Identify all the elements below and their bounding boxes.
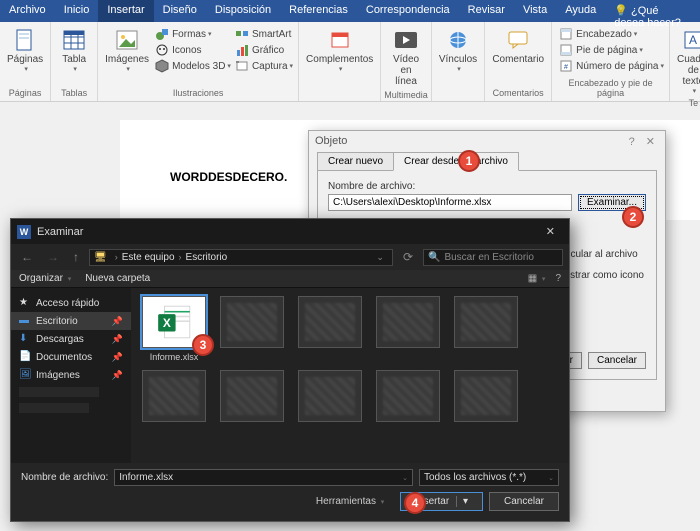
search-icon: 🔍 — [428, 252, 440, 263]
callout-2: 2 — [622, 206, 644, 228]
menu-tab-inicio[interactable]: Inicio — [55, 0, 99, 22]
menu-tab-referencias[interactable]: Referencias — [280, 0, 357, 22]
breadcrumb[interactable]: 🖥 › Este equipo › Escritorio ⌄ — [89, 249, 393, 266]
file-item[interactable] — [139, 370, 209, 426]
captura-button[interactable]: Captura▾ — [233, 58, 295, 74]
file-list: X Informe.xlsx — [131, 288, 569, 463]
fb-close-button[interactable]: ✕ — [538, 223, 563, 240]
tools-button[interactable]: Herramientas ▾ — [316, 496, 384, 507]
callout-3: 3 — [192, 334, 214, 356]
tabla-button[interactable]: Tabla▾ — [54, 24, 94, 87]
tab-create-new[interactable]: Crear nuevo — [317, 152, 394, 171]
file-browser-dialog: W Examinar ✕ ← → ↑ 🖥 › Este equipo › Esc… — [10, 218, 570, 522]
svg-text:A: A — [689, 33, 697, 47]
pc-icon: 🖥 — [94, 252, 107, 263]
menu-tab-revisar[interactable]: Revisar — [459, 0, 514, 22]
sidebar-item[interactable] — [11, 400, 131, 416]
dialog-title: Objeto — [315, 135, 347, 148]
word-icon: W — [17, 225, 31, 239]
help-icon[interactable]: ? — [555, 273, 561, 284]
help-button[interactable]: ? — [625, 136, 639, 148]
file-item[interactable] — [451, 370, 521, 426]
menu-tab-ayuda[interactable]: Ayuda — [556, 0, 605, 22]
up-button[interactable]: ↑ — [69, 248, 83, 266]
callout-1: 1 — [458, 150, 480, 172]
file-item[interactable] — [217, 370, 287, 426]
refresh-button[interactable]: ⟳ — [399, 248, 417, 266]
grafico-button[interactable]: Gráfico — [233, 42, 295, 58]
sidebar-item[interactable] — [11, 384, 131, 400]
paginas-button[interactable]: Páginas▾ — [3, 24, 47, 87]
callout-4: 4 — [404, 492, 426, 514]
star-icon: ★ — [19, 297, 31, 309]
file-item[interactable] — [373, 296, 443, 362]
ribbon: Páginas▾ Páginas Tabla▾ Tablas Imágenes▾… — [0, 22, 700, 102]
image-icon: 🖼 — [19, 369, 31, 381]
pin-icon: 📌 — [112, 316, 123, 327]
encabezado-button[interactable]: Encabezado▾ — [557, 26, 666, 42]
svg-text:#: # — [564, 64, 568, 71]
new-folder-button[interactable]: Nueva carpeta — [85, 273, 150, 284]
menu-tab-vista[interactable]: Vista — [514, 0, 556, 22]
fb-filename-input[interactable]: Informe.xlsx⌄ — [114, 469, 413, 486]
filename-input[interactable] — [328, 194, 572, 211]
menu-tab-insertar[interactable]: Insertar — [98, 0, 153, 22]
sidebar-desktop[interactable]: ▬Escritorio📌 — [11, 312, 131, 330]
video-button[interactable]: Vídeo en línea — [384, 24, 428, 89]
pie-button[interactable]: Pie de página▾ — [557, 42, 666, 58]
tell-me-search[interactable]: 💡 ¿Qué desea hacer? — [605, 0, 700, 22]
fb-filename-label: Nombre de archivo: — [21, 472, 108, 483]
menu-tabs: ArchivoInicioInsertarDiseñoDisposiciónRe… — [0, 0, 700, 22]
pin-icon: 📌 — [112, 334, 123, 345]
organize-button[interactable]: Organizar ▾ — [19, 273, 71, 284]
view-button[interactable]: ▦ ▾ — [528, 273, 546, 284]
download-icon: ⬇ — [19, 333, 31, 345]
fb-title: Examinar — [37, 226, 538, 238]
svg-text:X: X — [163, 316, 171, 330]
file-item[interactable] — [295, 370, 365, 426]
menu-tab-diseño[interactable]: Diseño — [154, 0, 206, 22]
sidebar-documents[interactable]: 📄Documentos📌 — [11, 348, 131, 366]
forward-button[interactable]: → — [43, 248, 63, 266]
menu-tab-correspondencia[interactable]: Correspondencia — [357, 0, 459, 22]
close-button[interactable]: ✕ — [642, 136, 659, 148]
tab-from-file[interactable]: Crear desde un archivo — [393, 152, 519, 171]
desktop-icon: ▬ — [19, 315, 31, 327]
sidebar-images[interactable]: 🖼Imágenes📌 — [11, 366, 131, 384]
sidebar: ★Acceso rápido ▬Escritorio📌 ⬇Descargas📌 … — [11, 288, 131, 463]
menu-tab-disposición[interactable]: Disposición — [206, 0, 280, 22]
search-input[interactable]: 🔍Buscar en Escritorio — [423, 249, 563, 266]
iconos-button[interactable]: Iconos — [153, 42, 233, 58]
imagenes-button[interactable]: Imágenes▾ — [101, 24, 153, 87]
pin-icon: 📌 — [112, 352, 123, 363]
file-item[interactable] — [373, 370, 443, 426]
file-item[interactable] — [451, 296, 521, 362]
back-button[interactable]: ← — [17, 248, 37, 266]
comentario-button[interactable]: Comentario — [488, 24, 548, 87]
document-icon: 📄 — [19, 351, 31, 363]
fb-filter-select[interactable]: Todos los archivos (*.*)⌄ — [419, 469, 559, 486]
numero-pagina-button[interactable]: #Número de página▾ — [557, 58, 666, 74]
fb-cancel-button[interactable]: Cancelar — [489, 492, 559, 511]
formas-button[interactable]: Formas▾ — [153, 26, 233, 42]
modelos3d-button[interactable]: Modelos 3D▾ — [153, 58, 233, 74]
vinculos-button[interactable]: Vínculos▾ — [435, 24, 481, 97]
sidebar-downloads[interactable]: ⬇Descargas📌 — [11, 330, 131, 348]
smartart-button[interactable]: SmartArt — [233, 26, 295, 42]
file-item[interactable] — [295, 296, 365, 362]
sidebar-quick-access[interactable]: ★Acceso rápido — [11, 294, 131, 312]
complementos-button[interactable]: Complementos▾ — [302, 24, 377, 97]
file-item[interactable] — [217, 296, 287, 362]
filename-label: Nombre de archivo: — [328, 181, 646, 192]
pin-icon: 📌 — [112, 370, 123, 381]
menu-tab-archivo[interactable]: Archivo — [0, 0, 55, 22]
cancel-button[interactable]: Cancelar — [588, 352, 646, 369]
cuadro-texto-button[interactable]: A Cuadro de texto▾ — [673, 24, 700, 97]
